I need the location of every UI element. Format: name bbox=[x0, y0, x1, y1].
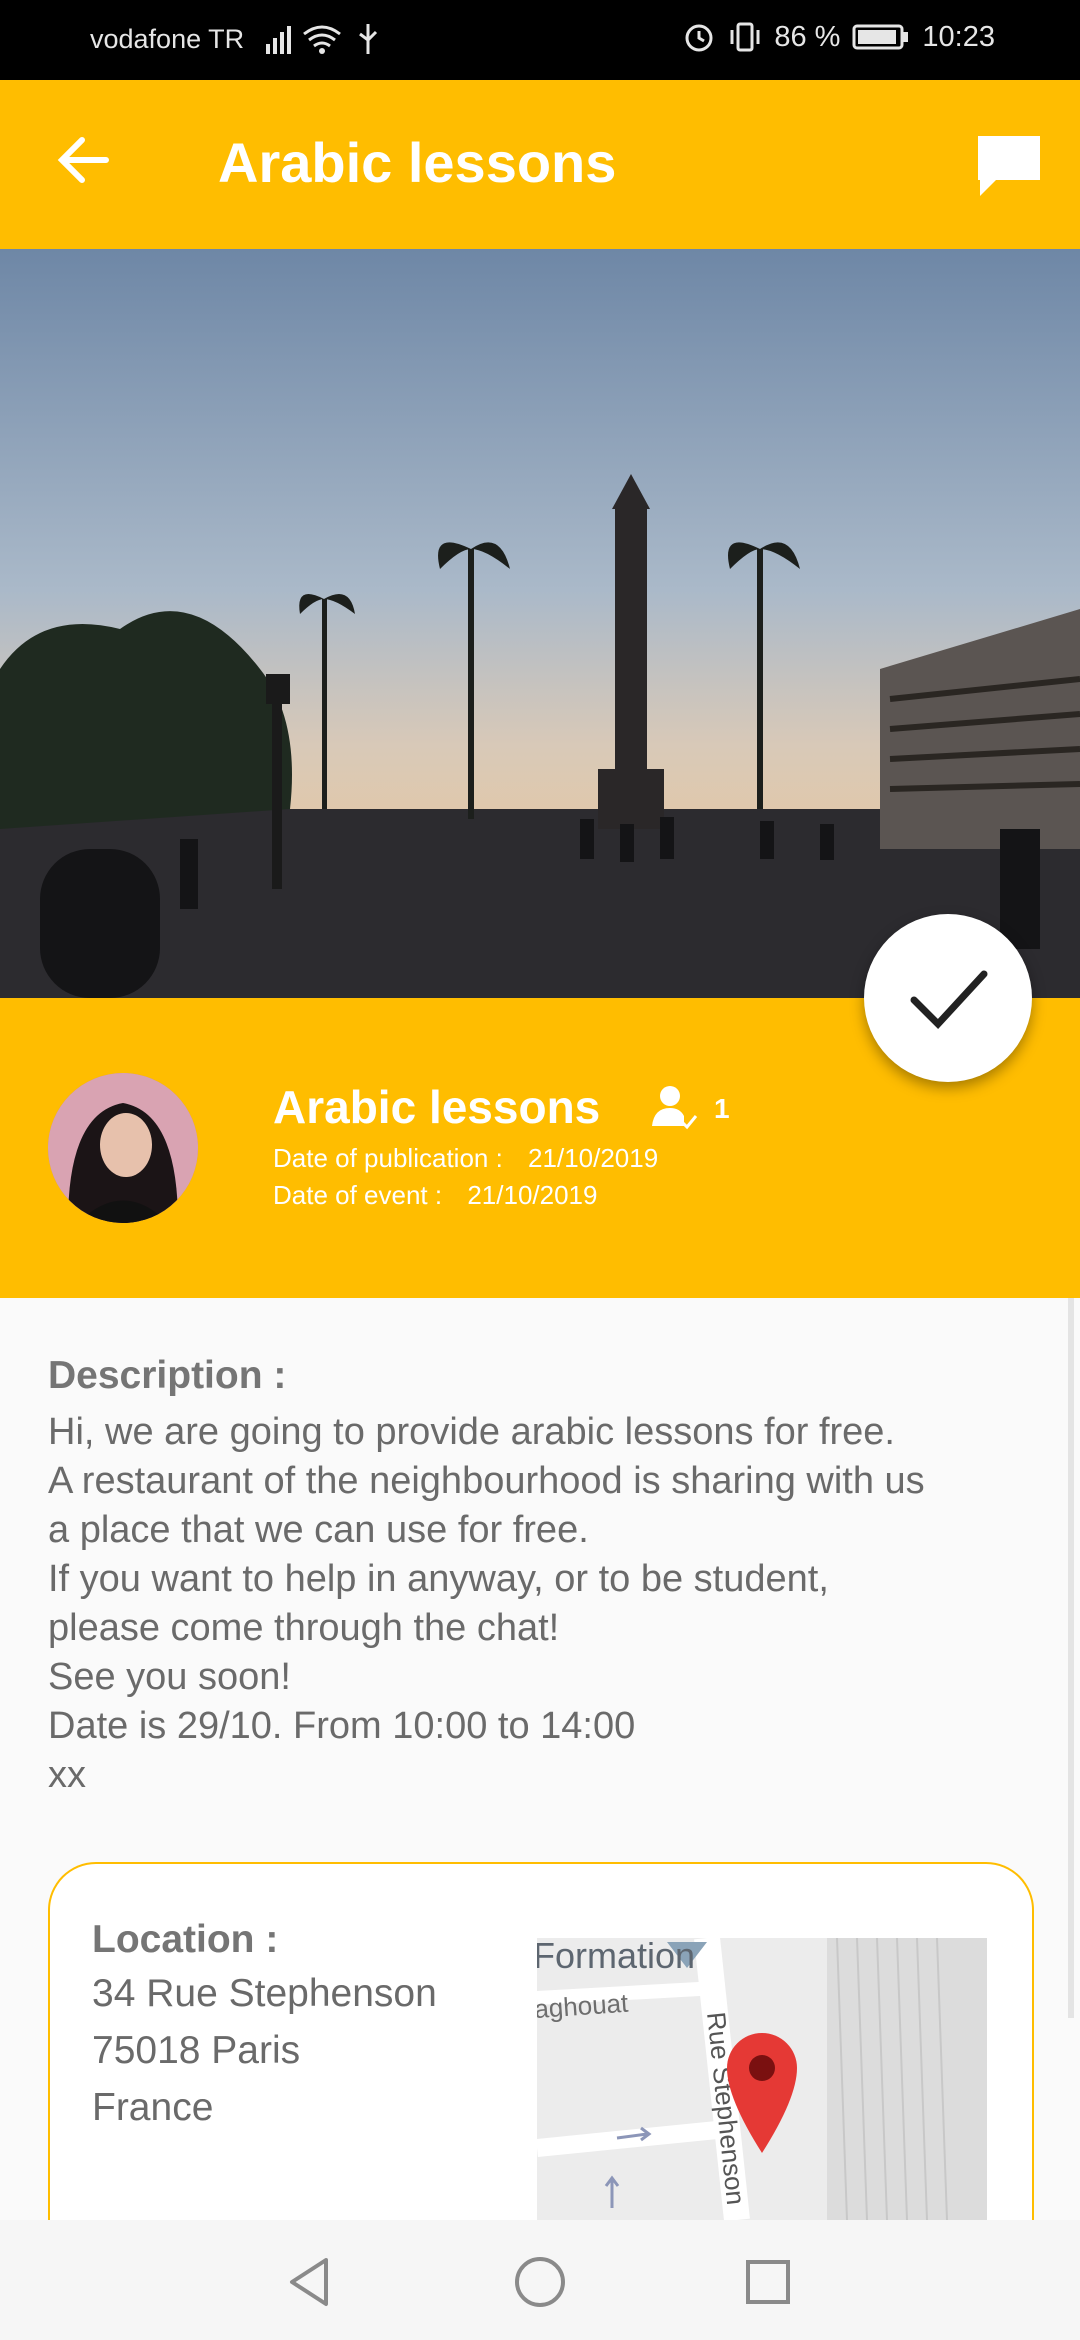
app-bar: Arabic lessons bbox=[0, 80, 1080, 249]
vibrate-icon bbox=[730, 22, 760, 52]
participant-count: 1 bbox=[714, 1093, 730, 1124]
event-title: Arabic lessons bbox=[273, 1081, 601, 1133]
join-check-button[interactable] bbox=[864, 914, 1032, 1082]
organizer-avatar[interactable] bbox=[48, 1073, 198, 1223]
status-bar: vodafone TR 86 % 10:23 bbox=[0, 0, 1080, 80]
map-place-label: Formation bbox=[537, 1938, 695, 1976]
publication-date-row: Date of publication : 21/10/2019 bbox=[273, 1143, 658, 1174]
page-title: Arabic lessons bbox=[218, 131, 617, 194]
system-nav-bar bbox=[0, 2220, 1080, 2340]
publication-date-value: 21/10/2019 bbox=[528, 1143, 659, 1173]
back-arrow-icon[interactable] bbox=[50, 124, 122, 196]
carrier-name: vodafone TR bbox=[90, 24, 245, 54]
signal-wifi-usb-icons bbox=[266, 24, 378, 54]
chat-bubble-icon[interactable] bbox=[974, 130, 1044, 200]
event-date-row: Date of event : 21/10/2019 bbox=[273, 1180, 597, 1211]
alarm-icon bbox=[685, 24, 713, 52]
event-photo bbox=[0, 249, 1080, 998]
nav-back-icon[interactable] bbox=[278, 2250, 342, 2314]
battery-icon bbox=[852, 24, 909, 50]
nav-home-icon[interactable] bbox=[508, 2250, 572, 2314]
event-date-label: Date of event : bbox=[273, 1180, 443, 1210]
location-map[interactable]: Formation aghouat Rue Stephenson bbox=[537, 1938, 987, 2220]
nav-recents-icon[interactable] bbox=[736, 2250, 800, 2314]
check-icon bbox=[910, 970, 988, 1030]
clock: 10:23 bbox=[922, 20, 995, 53]
person-check-icon bbox=[652, 1086, 698, 1130]
location-city: 75018 Paris bbox=[92, 2029, 301, 2072]
description-label: Description : bbox=[48, 1354, 287, 1397]
status-right: 86 % 10:23 bbox=[682, 20, 995, 54]
event-date-value: 21/10/2019 bbox=[467, 1180, 598, 1210]
description-text: Hi, we are going to provide arabic lesso… bbox=[48, 1411, 925, 1796]
battery-percent: 86 % bbox=[774, 20, 841, 53]
location-label: Location : bbox=[92, 1918, 279, 1961]
location-country: France bbox=[92, 2086, 214, 2129]
publication-date-label: Date of publication : bbox=[273, 1143, 503, 1173]
location-street: 34 Rue Stephenson bbox=[92, 1972, 437, 2015]
scrollbar[interactable] bbox=[1068, 1298, 1074, 2018]
